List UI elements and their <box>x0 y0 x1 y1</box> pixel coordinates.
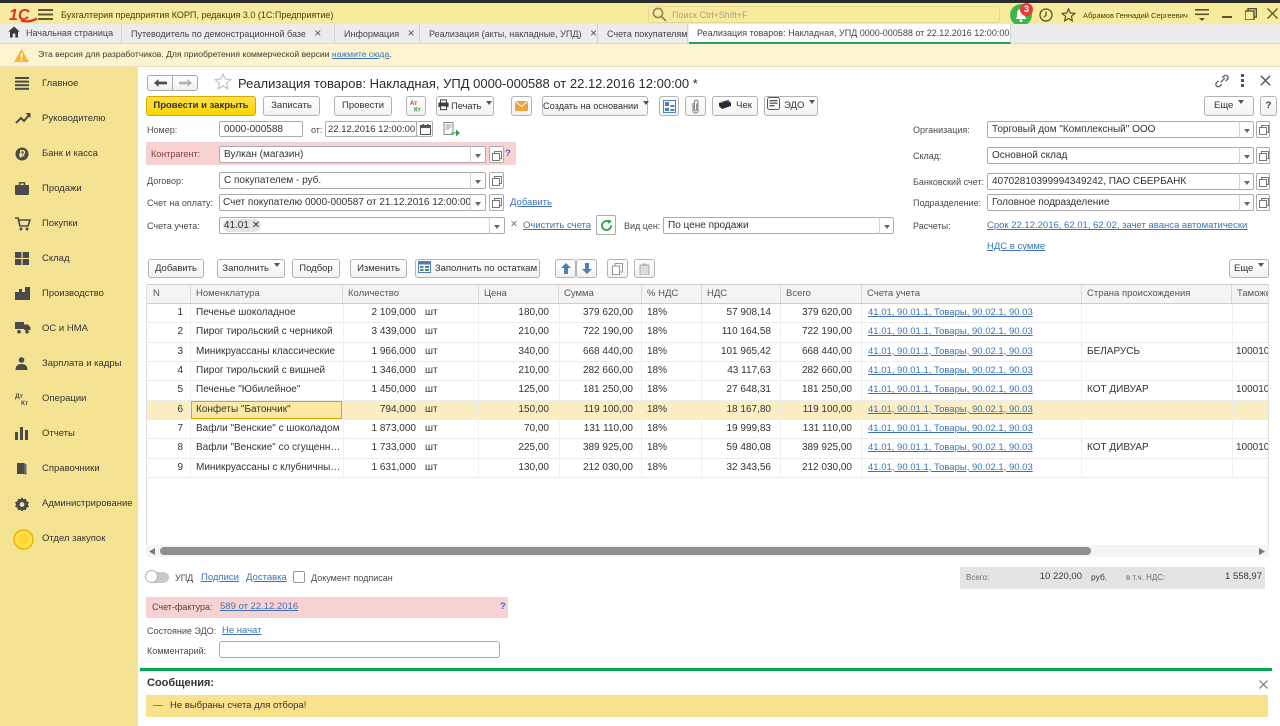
svg-text:Кт: Кт <box>414 108 421 113</box>
svg-text:Дт: Дт <box>15 393 23 400</box>
svg-text:Ат: Ат <box>410 101 417 107</box>
svg-text:₽: ₽ <box>19 150 26 161</box>
svg-text:Кт: Кт <box>21 400 28 406</box>
